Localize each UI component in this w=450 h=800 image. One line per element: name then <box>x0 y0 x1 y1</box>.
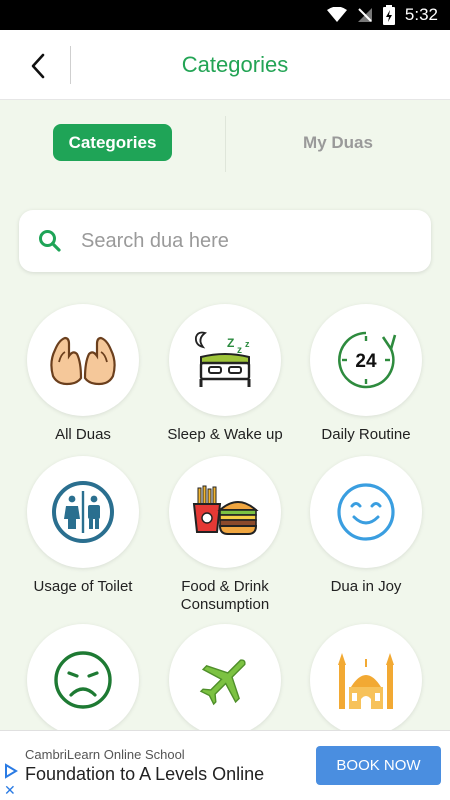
category-label: Dua in Joy <box>330 578 402 595</box>
category-circle[interactable]: Z z z <box>169 304 281 416</box>
svg-text:Z: Z <box>227 336 234 350</box>
svg-text:24: 24 <box>355 351 377 372</box>
svg-text:z: z <box>245 339 250 349</box>
segment-control: Categories My Duas <box>0 116 450 172</box>
category-label: Daily Routine <box>321 426 411 443</box>
ad-close-icon[interactable]: ✕ <box>4 782 16 799</box>
wifi-icon <box>326 7 347 22</box>
category-label: Usage of Toilet <box>33 578 133 595</box>
bed-icon: Z z z <box>194 331 251 387</box>
category-mosque[interactable] <box>296 624 436 730</box>
category-circle[interactable] <box>310 456 422 568</box>
category-label: Food & Drink Consumption <box>180 578 270 613</box>
app-bar: Categories <box>0 30 450 100</box>
status-bar: 5:32 <box>0 0 450 30</box>
tab-categories[interactable]: Categories <box>53 124 172 161</box>
category-label: Sleep & Wake up <box>167 426 283 443</box>
search-input[interactable] <box>81 229 381 253</box>
category-circle[interactable] <box>169 624 281 730</box>
sad-face-icon <box>54 651 112 709</box>
clock-24-icon: 24 <box>338 331 397 389</box>
ad-cta-button[interactable]: BOOK NOW <box>316 746 441 785</box>
category-usage-of-toilet[interactable]: Usage of Toilet <box>13 456 153 596</box>
ad-banner[interactable]: ✕ CambriLearn Online School Foundation t… <box>0 730 450 800</box>
main-content: Categories My Duas All Duas <box>0 100 450 730</box>
ad-sponsor: CambriLearn Online School <box>25 747 185 762</box>
tab-my-duas[interactable]: My Duas <box>280 124 396 161</box>
ad-headline[interactable]: Foundation to A Levels Online <box>25 764 264 785</box>
category-circle[interactable] <box>169 456 281 568</box>
search-icon <box>39 230 61 252</box>
category-all-duas[interactable]: All Duas <box>13 304 153 444</box>
airplane-icon <box>199 659 246 706</box>
food-icon <box>192 485 259 535</box>
category-daily-routine[interactable]: 24 Daily Routine <box>296 304 436 444</box>
category-circle[interactable] <box>27 456 139 568</box>
praying-hands-icon <box>50 336 116 386</box>
category-food-drink[interactable]: Food & Drink Consumption <box>155 456 295 614</box>
no-signal-icon <box>357 8 372 22</box>
category-circle[interactable] <box>27 304 139 416</box>
category-circle[interactable] <box>27 624 139 730</box>
smile-icon <box>337 483 395 541</box>
search-bar[interactable] <box>19 210 431 272</box>
toilet-icon <box>52 481 114 543</box>
battery-charging-icon <box>382 5 395 25</box>
category-circle[interactable]: 24 <box>310 304 422 416</box>
category-dua-in-joy[interactable]: Dua in Joy <box>296 456 436 596</box>
category-travel[interactable] <box>155 624 295 730</box>
ad-choices-icon[interactable] <box>4 763 18 779</box>
category-sleep-wake[interactable]: Z z z Sleep & Wake up <box>155 304 295 444</box>
category-label: All Duas <box>55 426 111 443</box>
category-circle[interactable] <box>310 624 422 730</box>
page-title: Categories <box>181 52 289 77</box>
status-time: 5:32 <box>404 5 438 24</box>
segment-divider <box>225 116 226 172</box>
category-sad[interactable] <box>13 624 153 730</box>
mosque-icon <box>338 653 394 709</box>
